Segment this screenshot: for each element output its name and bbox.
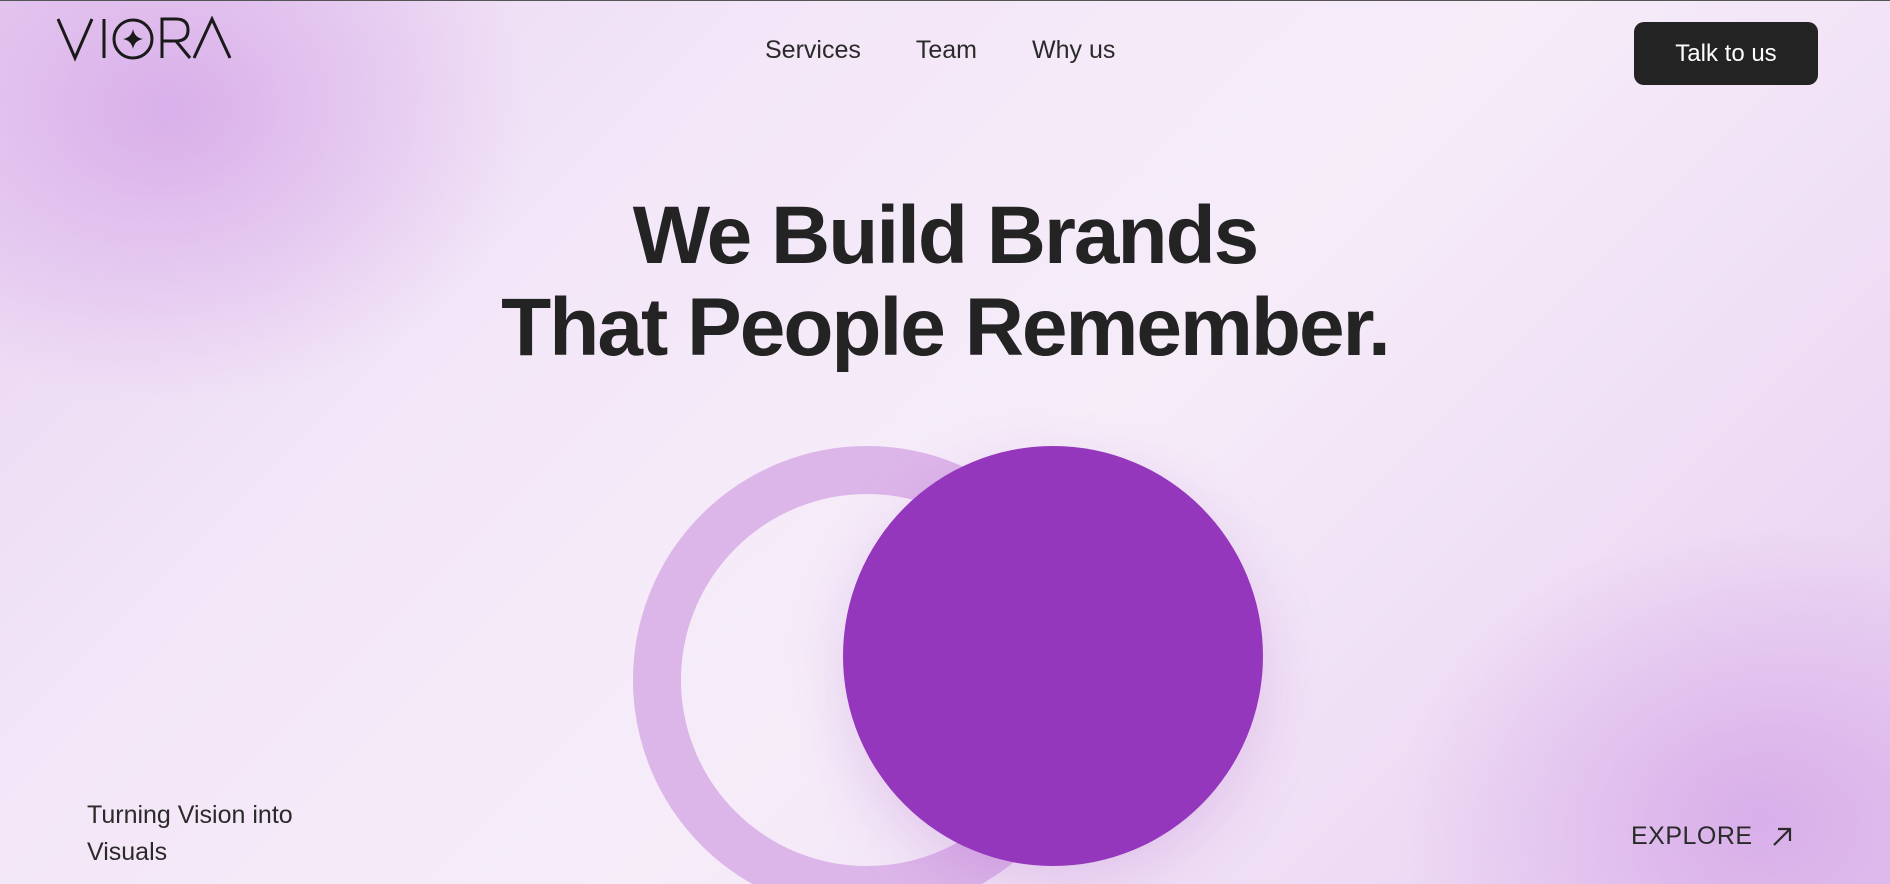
main-nav: Services Team Why us (765, 36, 1115, 65)
explore-label: EXPLORE (1631, 822, 1753, 850)
talk-to-us-button[interactable]: Talk to us (1634, 22, 1818, 85)
tagline-line-1: Turning Vision into (87, 801, 293, 829)
tagline: Turning Vision into Visuals (87, 797, 347, 871)
nav-item-services[interactable]: Services (765, 36, 861, 65)
viora-logo-icon (56, 15, 232, 62)
explore-link[interactable]: EXPLORE (1631, 822, 1793, 851)
tagline-line-2: Visuals (87, 838, 168, 866)
hero-headline-line-2: That People Remember. (501, 282, 1391, 373)
brand-logo[interactable] (56, 15, 234, 62)
hero-headline-line-1: We Build Brands (632, 190, 1260, 281)
arrow-up-right-icon (1772, 827, 1791, 846)
hero-section: We Build Brands That People Remember. (0, 190, 1890, 374)
nav-item-why-us[interactable]: Why us (1032, 36, 1115, 65)
four-point-star-icon (123, 29, 143, 49)
hero-headline: We Build Brands That People Remember. (0, 190, 1890, 374)
top-border (0, 0, 1890, 1)
decorative-disc (843, 446, 1263, 866)
nav-item-team[interactable]: Team (916, 36, 977, 65)
